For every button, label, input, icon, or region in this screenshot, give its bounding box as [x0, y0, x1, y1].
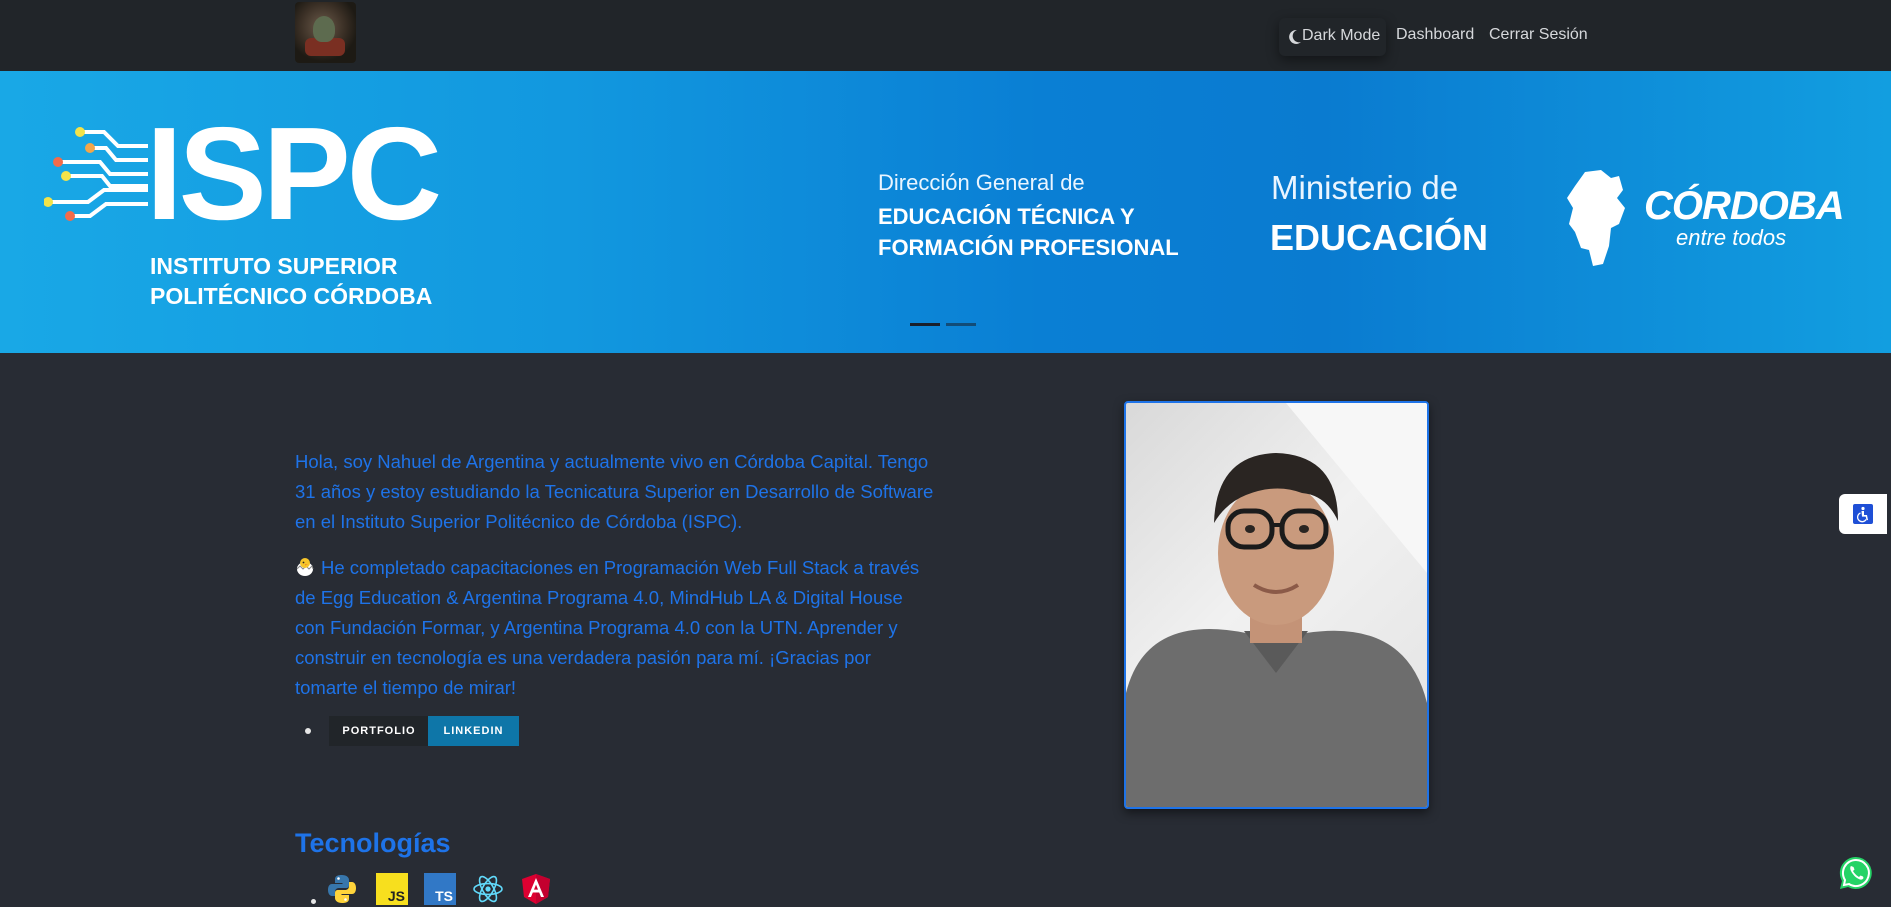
moon-icon — [1289, 29, 1301, 44]
angular-icon — [522, 874, 550, 904]
whatsapp-icon[interactable] — [1838, 855, 1874, 891]
circuit-icon — [44, 127, 148, 221]
nav-link-dashboard[interactable]: Dashboard — [1396, 26, 1474, 44]
hero-carousel: ISPC INSTITUTO SUPERIOR POLITÉCNICO CÓRD… — [0, 71, 1891, 353]
cordoba-map-icon — [1567, 170, 1625, 266]
js-label: JS — [388, 888, 405, 904]
list-bullet — [311, 899, 316, 904]
nav-link-logout[interactable]: Cerrar Sesión — [1489, 26, 1588, 44]
ministerio-label: Ministerio de — [1271, 169, 1459, 206]
react-icon — [473, 875, 503, 903]
ts-label: TS — [435, 888, 453, 904]
dark-mode-toggle[interactable]: Dark Mode — [1279, 18, 1386, 56]
profile-logo[interactable] — [295, 2, 356, 63]
direccion-general-label: Dirección General de — [878, 170, 1085, 195]
dark-mode-label: Dark Mode — [1302, 27, 1381, 44]
educacion-tecnica-label: EDUCACIÓN TÉCNICA Y FORMACIÓN PROFESIONA… — [878, 204, 1179, 260]
ispc-logo-subtitle: INSTITUTO SUPERIOR POLITÉCNICO CÓRDOBA — [150, 253, 433, 309]
list-bullet — [305, 728, 311, 734]
hatching-chick-icon — [296, 558, 314, 576]
linkedin-button[interactable]: LINKEDIN — [428, 716, 519, 746]
accessibility-button[interactable] — [1839, 494, 1887, 534]
navbar: Dark Mode Dashboard Cerrar Sesión — [0, 0, 1891, 71]
educacion-label: EDUCACIÓN — [1270, 217, 1489, 258]
accessibility-icon — [1853, 504, 1873, 524]
cordoba-logo-subtitle: entre todos — [1676, 225, 1787, 250]
portfolio-button[interactable]: PORTFOLIO — [329, 716, 429, 746]
ispc-logo-title: ISPC — [146, 100, 442, 247]
python-icon — [328, 875, 356, 903]
technologies-heading: Tecnologías — [295, 828, 451, 858]
carousel-indicator-1[interactable] — [910, 323, 940, 326]
typescript-icon: TS — [424, 873, 456, 905]
profile-photo — [1124, 401, 1429, 809]
about-paragraph-1: Hola, soy Nahuel de Argentina y actualme… — [295, 451, 934, 532]
carousel-indicator-2[interactable] — [946, 323, 976, 326]
about-paragraph-2: He completado capacitaciones en Programa… — [295, 557, 920, 698]
javascript-icon: JS — [376, 873, 408, 905]
person-photo-illustration — [1126, 403, 1427, 807]
cordoba-logo-title: CÓRDOBA — [1644, 184, 1845, 228]
